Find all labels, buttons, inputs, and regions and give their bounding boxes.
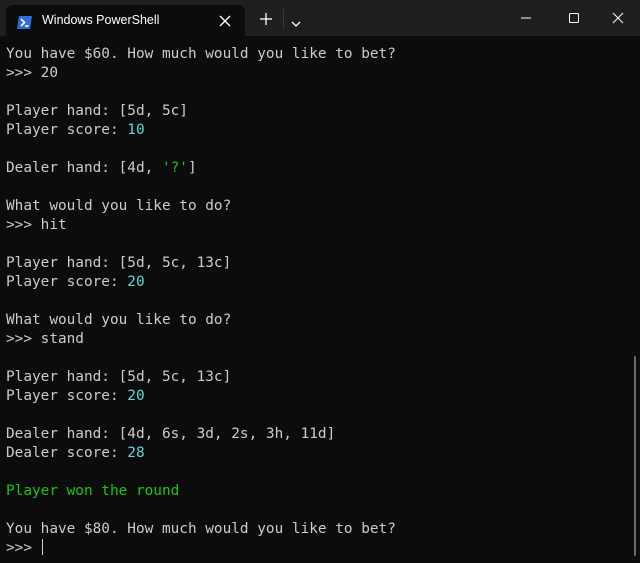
- close-button[interactable]: [594, 0, 640, 36]
- text-number: 28: [127, 445, 145, 461]
- text-segment: >>> 20: [6, 65, 58, 81]
- tab-separator: [283, 9, 284, 29]
- text-segment: You have $60. How much would you like to…: [6, 46, 396, 62]
- tab-title: Windows PowerShell: [42, 13, 160, 27]
- text-segment: >>> stand: [6, 331, 84, 347]
- terminal-line: >>> stand: [6, 330, 396, 349]
- maximize-icon: [569, 13, 579, 23]
- text-success: Player won the round: [6, 483, 180, 499]
- terminal-line: Dealer score: 28: [6, 444, 396, 463]
- text-segment: Player score:: [6, 274, 128, 290]
- new-tab-plus-icon[interactable]: [258, 11, 274, 27]
- text-number: 20: [127, 388, 145, 404]
- text-segment: What would you like to do?: [6, 198, 232, 214]
- close-icon: [612, 12, 624, 24]
- text-segment: >>>: [6, 540, 41, 556]
- terminal-line: Player won the round: [6, 482, 396, 501]
- text-segment: You have $80. How much would you like to…: [6, 521, 396, 537]
- terminal-line: Player score: 20: [6, 273, 396, 292]
- text-segment: Dealer hand: [4d,: [6, 160, 162, 176]
- terminal-line: Player hand: [5d, 5c]: [6, 102, 396, 121]
- maximize-button[interactable]: [550, 0, 596, 36]
- text-segment: Player score:: [6, 122, 128, 138]
- chevron-down-icon[interactable]: [290, 14, 302, 27]
- terminal-line: Player hand: [5d, 5c, 13c]: [6, 254, 396, 273]
- terminal-line: Dealer hand: [4d, 6s, 3d, 2s, 3h, 11d]: [6, 425, 396, 444]
- terminal-line: What would you like to do?: [6, 197, 396, 216]
- text-cursor: [41, 539, 43, 555]
- text-number: 20: [127, 274, 145, 290]
- terminal-line: >>>: [6, 539, 396, 558]
- terminal-line: What would you like to do?: [6, 311, 396, 330]
- title-bar: Windows PowerShell: [0, 0, 640, 36]
- text-segment: Player hand: [5d, 5c, 13c]: [6, 255, 232, 271]
- text-segment: Player hand: [5d, 5c, 13c]: [6, 369, 232, 385]
- minimize-button[interactable]: [502, 0, 548, 36]
- terminal-line: You have $80. How much would you like to…: [6, 520, 396, 539]
- text-number: 10: [127, 122, 145, 138]
- terminal-line: >>> 20: [6, 64, 396, 83]
- text-segment: ]: [187, 160, 197, 176]
- terminal-line: Player score: 20: [6, 387, 396, 406]
- terminal-line: You have $60. How much would you like to…: [6, 45, 396, 64]
- text-segment: Player score:: [6, 388, 128, 404]
- terminal-line: Player hand: [5d, 5c, 13c]: [6, 368, 396, 387]
- text-string: '?': [161, 160, 188, 176]
- terminal-line: Dealer hand: [4d, '?']: [6, 159, 396, 178]
- text-segment: Player hand: [5d, 5c]: [6, 103, 188, 119]
- terminal-output[interactable]: You have $60. How much would you like to…: [0, 36, 640, 563]
- tab-close-icon[interactable]: [217, 13, 233, 29]
- terminal-line: Player score: 10: [6, 121, 396, 140]
- tab-powershell[interactable]: Windows PowerShell: [6, 5, 245, 36]
- terminal-line: >>> hit: [6, 216, 396, 235]
- terminal-lines: You have $60. How much would you like to…: [6, 45, 396, 558]
- text-segment: >>> hit: [6, 217, 67, 233]
- text-segment: What would you like to do?: [6, 312, 232, 328]
- minimize-icon: [521, 17, 531, 19]
- powershell-icon: [17, 14, 32, 29]
- text-segment: Dealer hand: [4d, 6s, 3d, 2s, 3h, 11d]: [6, 426, 336, 442]
- scrollbar[interactable]: [634, 356, 636, 556]
- text-segment: Dealer score:: [6, 445, 128, 461]
